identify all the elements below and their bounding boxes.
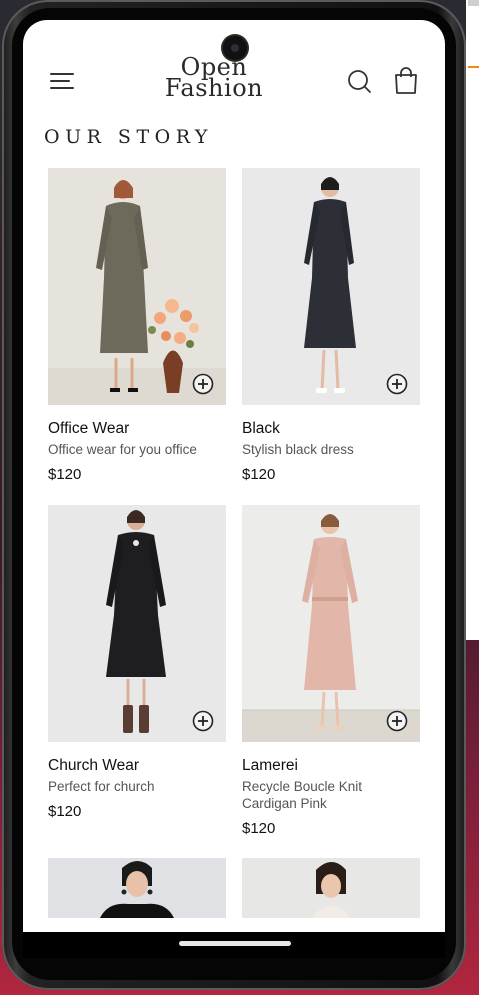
product-image	[48, 168, 226, 405]
product-card[interactable]: Office Wear Office wear for you office $…	[48, 168, 226, 483]
product-photo	[242, 168, 420, 405]
product-card[interactable]: Black Stylish black dress $120	[242, 168, 420, 483]
add-to-cart-icon[interactable]	[192, 373, 214, 395]
front-camera	[223, 36, 247, 60]
product-description: Perfect for church	[48, 779, 155, 794]
product-photo	[48, 505, 226, 742]
product-description: Stylish black dress	[242, 442, 354, 457]
desktop-accent-line	[468, 66, 479, 68]
product-price: $120	[242, 820, 276, 837]
menu-button[interactable]	[50, 70, 76, 92]
product-image	[48, 858, 226, 918]
product-image	[242, 168, 420, 405]
hamburger-line	[50, 80, 70, 82]
product-price: $120	[242, 466, 276, 483]
product-image	[48, 505, 226, 742]
product-price: $120	[48, 803, 82, 820]
home-indicator[interactable]	[179, 941, 291, 946]
product-card[interactable]: Lamerei Recycle Boucle Knit Cardigan Pin…	[242, 505, 420, 837]
add-to-cart-icon[interactable]	[192, 710, 214, 732]
hamburger-menu-icon	[50, 73, 74, 75]
product-card[interactable]	[48, 858, 226, 918]
app-screen: Open Fashion OUR STORY Office Wear Offic…	[23, 20, 445, 932]
desktop-window-edge	[468, 0, 479, 6]
desktop-background	[466, 0, 479, 640]
product-price: $120	[48, 466, 82, 483]
search-icon	[348, 70, 371, 93]
product-description: Office wear for you office	[48, 442, 197, 457]
product-name: Church Wear	[48, 757, 140, 774]
product-image	[242, 505, 420, 742]
brand-line-2: Fashion	[164, 74, 264, 102]
shopping-bag-icon	[395, 67, 417, 94]
product-name: Office Wear	[48, 420, 130, 437]
add-to-cart-icon[interactable]	[386, 373, 408, 395]
search-button[interactable]	[347, 69, 373, 95]
product-photo	[48, 168, 226, 405]
hamburger-line	[50, 87, 74, 89]
product-image	[242, 858, 420, 918]
brand-logo[interactable]: Open Fashion	[159, 55, 269, 102]
product-name: Lamerei	[242, 757, 298, 774]
product-card[interactable]	[242, 858, 420, 918]
product-photo	[242, 505, 420, 742]
section-title: OUR STORY	[44, 126, 213, 148]
product-description: Recycle Boucle Knit Cardigan Pink	[242, 779, 363, 811]
product-name: Black	[242, 420, 280, 437]
product-photo	[48, 858, 226, 918]
product-card[interactable]: Church Wear Perfect for church $120	[48, 505, 226, 820]
product-photo	[242, 858, 420, 918]
add-to-cart-icon[interactable]	[386, 710, 408, 732]
cart-button[interactable]	[393, 67, 419, 95]
